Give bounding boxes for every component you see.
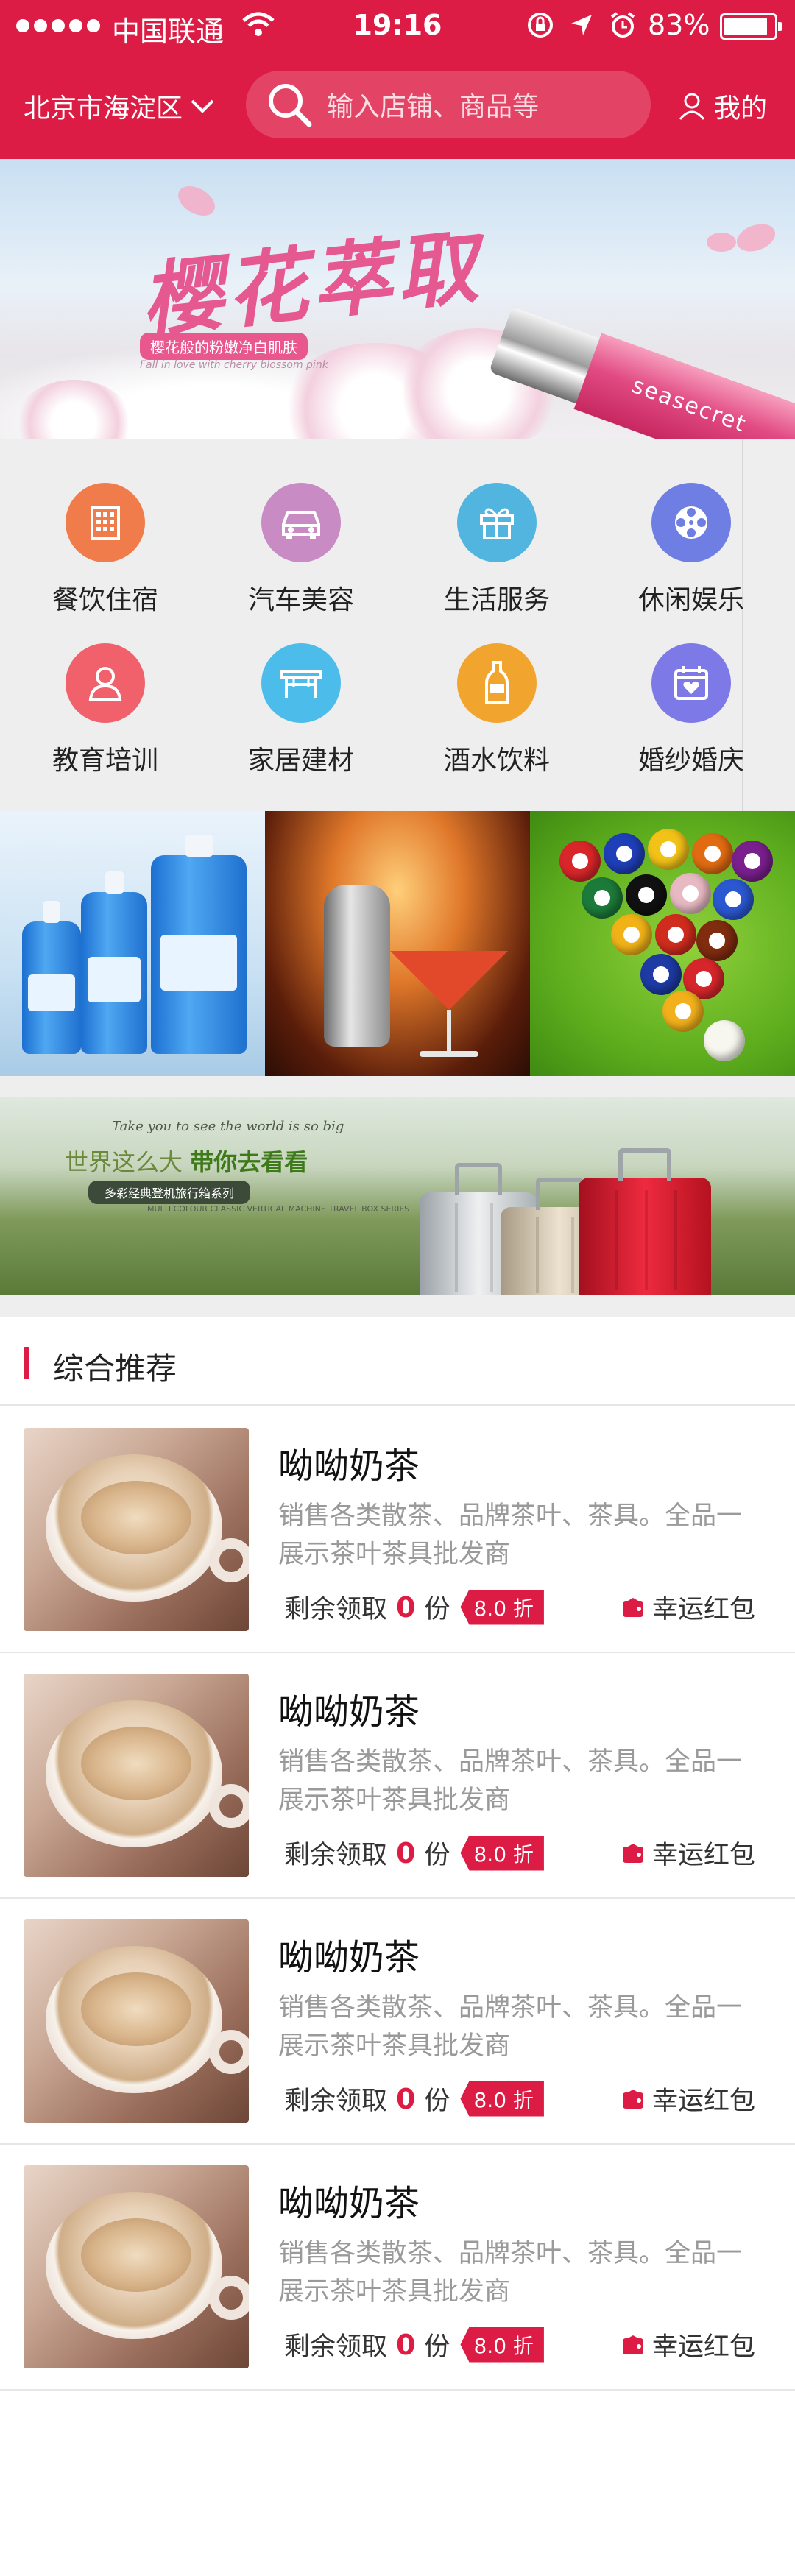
film-reel-icon	[675, 506, 707, 539]
lucky-red-packet[interactable]: 幸运红包	[621, 2326, 755, 2363]
discount-badge: 8.0 折	[460, 2326, 544, 2363]
item-meta: 剩余领取 0 份 8.0 折	[284, 2080, 544, 2117]
coffee-cup-image	[24, 2165, 249, 2368]
list-item[interactable]: 呦呦奶茶 销售各类散茶、品牌茶叶、茶具。全品一展示茶叶茶具批发商 剩余领取 0 …	[0, 1407, 795, 1653]
remain-count: 0	[396, 2328, 416, 2361]
promo-tiles	[0, 811, 795, 1076]
category-label: 餐饮住宿	[52, 585, 158, 615]
item-description: 销售各类散茶、品牌茶叶、茶具。全品一展示茶叶茶具批发商	[278, 1501, 743, 1569]
category-item-leisure[interactable]: 休闲娱乐	[592, 483, 791, 630]
alarm-icon	[610, 12, 635, 38]
category-item-wedding[interactable]: 婚纱婚庆	[592, 643, 791, 790]
lucky-red-packet[interactable]: 幸运红包	[621, 2080, 755, 2117]
category-item-car[interactable]: 汽车美容	[202, 483, 400, 630]
section-title: 综合推荐	[53, 1351, 177, 1387]
mine-button[interactable]: 我的	[677, 87, 767, 125]
category-item-drinks[interactable]: 酒水饮料	[398, 643, 596, 790]
red-packet-icon	[623, 2089, 643, 2109]
banner-title: 樱花萃取	[136, 219, 487, 349]
item-meta: 剩余领取 0 份 8.0 折	[284, 1588, 544, 1626]
list-item[interactable]: 呦呦奶茶 销售各类散茶、品牌茶叶、茶具。全品一展示茶叶茶具批发商 剩余领取 0 …	[0, 1653, 795, 1899]
item-name: 呦呦奶茶	[278, 2183, 420, 2224]
cocktail-glass-image	[390, 951, 508, 1010]
coffee-cup-image	[24, 1919, 249, 2123]
discount-badge: 8.0 折	[460, 1589, 544, 1625]
red-suitcase-image	[579, 1148, 711, 1295]
section-accent-bar	[24, 1347, 29, 1379]
luggage-slogan: 世界这么大 带你去看看	[65, 1148, 308, 1176]
category-item-education[interactable]: 教育培训	[6, 643, 205, 790]
red-packet-icon	[623, 1597, 643, 1617]
remain-count: 0	[396, 1836, 416, 1869]
bottle-icon	[485, 661, 509, 704]
lucky-red-packet[interactable]: 幸运红包	[621, 1588, 755, 1626]
category-item-life[interactable]: 生活服务	[398, 483, 596, 630]
section-header: 综合推荐	[0, 1317, 795, 1406]
detergent-tile[interactable]	[0, 811, 265, 1076]
discount-badge: 8.0 折	[460, 1835, 544, 1871]
coffee-cup-image	[24, 1428, 249, 1631]
status-bar: 中国联通 19:16 83%	[0, 0, 795, 53]
category-label: 酒水饮料	[443, 746, 550, 776]
detergent-bottle-image	[22, 901, 81, 1054]
item-meta: 剩余领取 0 份 8.0 折	[284, 2326, 544, 2363]
category-item-home[interactable]: 家居建材	[202, 643, 400, 790]
hero-banner[interactable]: 樱花萃取 樱花般的粉嫩净白肌肤 Fall in love with cherry…	[0, 159, 795, 439]
red-packet-icon	[623, 1843, 643, 1863]
billiard-ball-image	[559, 841, 601, 882]
mine-label: 我的	[714, 93, 768, 124]
category-label: 汽车美容	[247, 585, 354, 615]
remain-count: 0	[396, 1590, 416, 1624]
item-name: 呦呦奶茶	[278, 1691, 420, 1733]
search-icon	[269, 84, 312, 127]
gift-icon	[480, 508, 514, 539]
battery-percent: 83%	[648, 9, 710, 41]
banner-tagline: Fall in love with cherry blossom pink	[140, 359, 328, 371]
category-label: 生活服务	[443, 585, 550, 615]
cocktail-shaker-image	[324, 885, 390, 1047]
category-label: 教育培训	[52, 746, 158, 776]
car-icon	[282, 511, 320, 539]
cue-ball-image	[704, 1020, 745, 1061]
chevron-down-icon	[191, 99, 214, 113]
category-label: 家居建材	[247, 746, 354, 776]
item-name: 呦呦奶茶	[278, 1937, 420, 1978]
category-label: 休闲娱乐	[637, 585, 744, 615]
search-placeholder: 输入店铺、商品等	[327, 92, 540, 122]
coffee-cup-image	[24, 1674, 249, 1877]
rotation-lock-icon	[528, 13, 553, 38]
category-grid: 餐饮住宿 汽车美容 生活服务 休闲娱乐 教育培训 家居建材 酒水饮料 婚纱婚庆	[0, 439, 795, 811]
item-description: 销售各类散茶、品牌茶叶、茶具。全品一展示茶叶茶具批发商	[278, 2239, 743, 2307]
person-icon	[88, 667, 122, 701]
item-description: 销售各类散茶、品牌茶叶、茶具。全品一展示茶叶茶具批发商	[278, 1993, 743, 2061]
billiards-tile[interactable]	[530, 811, 795, 1076]
app-header: 中国联通 19:16 83% 北京市海淀区 输入店铺、商品等 我的	[0, 0, 795, 159]
list-item[interactable]: 呦呦奶茶 销售各类散茶、品牌茶叶、茶具。全品一展示茶叶茶具批发商 剩余领取 0 …	[0, 2145, 795, 2391]
cocktail-tile[interactable]	[265, 811, 530, 1076]
location-arrow-icon	[571, 15, 592, 35]
item-description: 销售各类散茶、品牌茶叶、茶具。全品一展示茶叶茶具批发商	[278, 1747, 743, 1815]
list-item[interactable]: 呦呦奶茶 销售各类散茶、品牌茶叶、茶具。全品一展示茶叶茶具批发商 剩余领取 0 …	[0, 1899, 795, 2145]
item-meta: 剩余领取 0 份 8.0 折	[284, 1834, 544, 1872]
calendar-heart-icon	[674, 666, 708, 700]
red-packet-icon	[623, 2335, 643, 2354]
category-label: 婚纱婚庆	[637, 746, 744, 776]
building-icon	[91, 506, 120, 540]
city-label: 北京市海淀区	[24, 93, 183, 124]
battery-icon	[720, 13, 782, 40]
user-icon	[679, 93, 705, 120]
banner-subtitle: 樱花般的粉嫩净白肌肤	[140, 333, 308, 360]
lucky-red-packet[interactable]: 幸运红包	[621, 1834, 755, 1872]
discount-badge: 8.0 折	[460, 2081, 544, 2117]
luggage-pill: 多彩经典登机旅行箱系列	[88, 1181, 251, 1204]
table-icon	[280, 670, 322, 698]
city-selector[interactable]: 北京市海淀区	[24, 87, 215, 125]
remain-count: 0	[396, 2082, 416, 2115]
search-bar[interactable]: 输入店铺、商品等	[246, 71, 651, 138]
luggage-en-line: Take you to see the world is so big	[112, 1119, 344, 1134]
luggage-banner[interactable]: Take you to see the world is so big 世界这么…	[0, 1097, 795, 1295]
luggage-small-text: MULTI COLOUR CLASSIC VERTICAL MACHINE TR…	[147, 1204, 410, 1214]
item-name: 呦呦奶茶	[278, 1446, 420, 1487]
category-item-dining[interactable]: 餐饮住宿	[6, 483, 205, 630]
